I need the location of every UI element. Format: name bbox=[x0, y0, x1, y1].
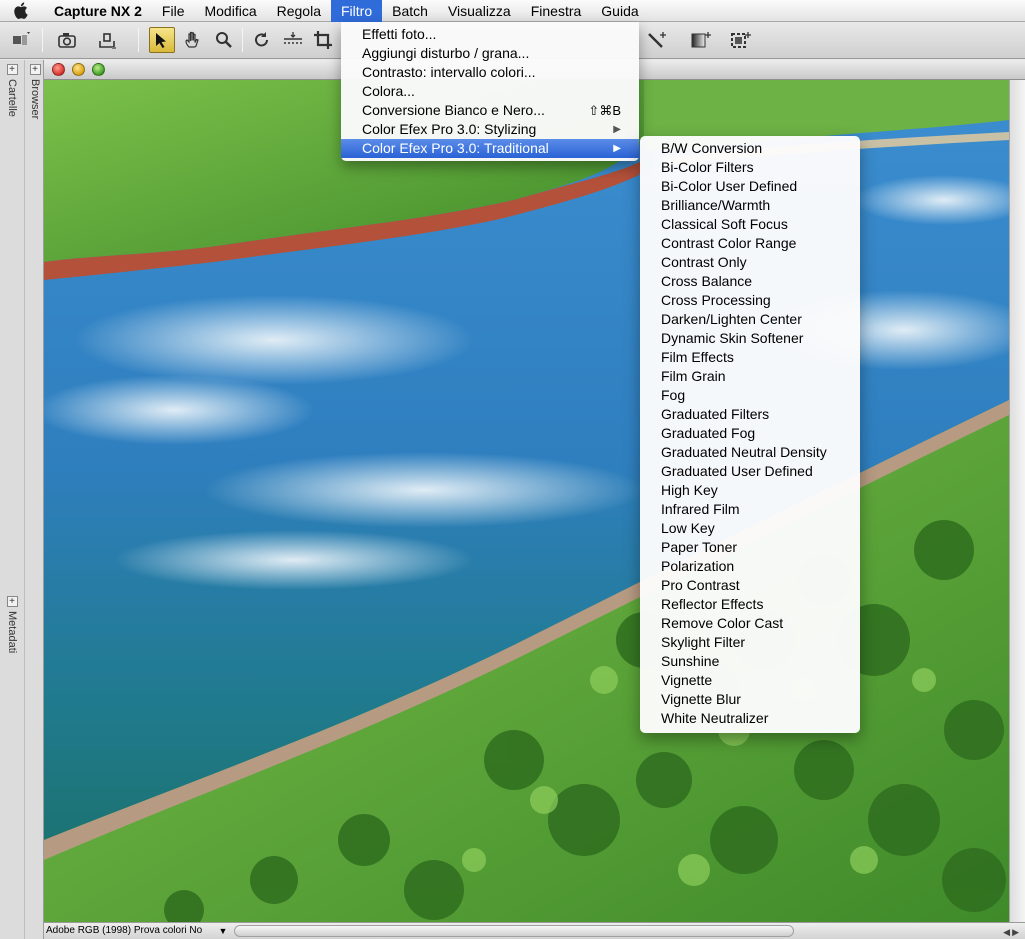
menu-item-label: Contrasto: intervallo colori... bbox=[362, 64, 536, 80]
zoom-window-button[interactable] bbox=[92, 63, 105, 76]
traditional-submenu: B/W Conversion Bi-Color Filters Bi-Color U… bbox=[640, 136, 860, 733]
rotate-icon[interactable] bbox=[249, 27, 275, 53]
close-window-button[interactable] bbox=[52, 63, 65, 76]
submenu-item[interactable]: Cross Processing bbox=[640, 291, 860, 310]
submenu-item[interactable]: Graduated Filters bbox=[640, 405, 860, 424]
sidebar-tab-label: Metadati bbox=[6, 611, 18, 654]
menu-item-label: Conversione Bianco e Nero... bbox=[362, 102, 545, 118]
submenu-item[interactable]: Infrared Film bbox=[640, 500, 860, 519]
minimize-window-button[interactable] bbox=[72, 63, 85, 76]
submenu-item[interactable]: Bi-Color User Defined bbox=[640, 177, 860, 196]
submenu-item[interactable]: High Key bbox=[640, 481, 860, 500]
expand-plus-icon[interactable]: + bbox=[6, 64, 18, 75]
color-profile-status: Adobe RGB (1998) Prova colori No bbox=[46, 925, 203, 936]
expand-plus-icon[interactable]: + bbox=[6, 596, 18, 607]
vertical-scrollbar[interactable] bbox=[1009, 80, 1025, 922]
expand-plus-icon[interactable]: + bbox=[29, 64, 41, 75]
submenu-item[interactable]: Dynamic Skin Softener bbox=[640, 329, 860, 348]
menu-filtro[interactable]: Filtro bbox=[331, 0, 383, 22]
menu-regola[interactable]: Regola bbox=[267, 0, 331, 22]
submenu-item[interactable]: Classical Soft Focus bbox=[640, 215, 860, 234]
filtro-dropdown-menu: Effetti foto... Aggiungi disturbo / gran… bbox=[341, 22, 639, 161]
sidebar-column-left: + Cartelle + Metadati bbox=[2, 60, 22, 939]
photo-canvas[interactable] bbox=[44, 80, 1009, 922]
submenu-item[interactable]: Vignette bbox=[640, 671, 860, 690]
submenu-arrow-icon: ▶ bbox=[613, 143, 621, 154]
submenu-item[interactable]: Bi-Color Filters bbox=[640, 158, 860, 177]
submenu-item[interactable]: Brilliance/Warmth bbox=[640, 196, 860, 215]
menu-guida[interactable]: Guida bbox=[591, 0, 648, 22]
submenu-item[interactable]: Skylight Filter bbox=[640, 633, 860, 652]
menu-batch[interactable]: Batch bbox=[382, 0, 438, 22]
menu-item-effetti-foto[interactable]: Effetti foto... bbox=[341, 25, 639, 44]
app-name-menu[interactable]: Capture NX 2 bbox=[40, 0, 152, 22]
status-bar: Adobe RGB (1998) Prova colori No ▼ ◀▶ bbox=[44, 922, 1025, 939]
crop-tool-icon[interactable] bbox=[310, 27, 336, 53]
menu-item-aggiungi-disturbo[interactable]: Aggiungi disturbo / grana... bbox=[341, 44, 639, 63]
submenu-item[interactable]: Fog bbox=[640, 386, 860, 405]
document-window: Adobe RGB (1998) Prova colori No ▼ ◀▶ bbox=[44, 60, 1025, 939]
hand-tool-icon[interactable] bbox=[180, 27, 206, 53]
submenu-item[interactable]: Film Effects bbox=[640, 348, 860, 367]
line-tool-icon[interactable] bbox=[644, 27, 670, 53]
sidebar-column-right: + Browser bbox=[24, 60, 44, 939]
submenu-item[interactable]: Cross Balance bbox=[640, 272, 860, 291]
submenu-item[interactable]: Graduated Neutral Density bbox=[640, 443, 860, 462]
submenu-item[interactable]: Reflector Effects bbox=[640, 595, 860, 614]
menu-item-shortcut: ⇧⌘B bbox=[588, 103, 621, 118]
submenu-item[interactable]: Vignette Blur bbox=[640, 690, 860, 709]
submenu-item[interactable]: Contrast Color Range bbox=[640, 234, 860, 253]
submenu-item[interactable]: Low Key bbox=[640, 519, 860, 538]
submenu-arrow-icon: ▶ bbox=[613, 124, 621, 135]
horizontal-scrollbar[interactable] bbox=[234, 925, 794, 937]
submenu-item[interactable]: Polarization bbox=[640, 557, 860, 576]
output-tray-icon[interactable] bbox=[94, 27, 120, 53]
menu-item-label: Color Efex Pro 3.0: Traditional bbox=[362, 140, 549, 156]
sidebar-tab-label: Cartelle bbox=[6, 79, 18, 117]
menu-item-cep-traditional[interactable]: Color Efex Pro 3.0: Traditional ▶ bbox=[341, 139, 639, 158]
menu-item-label: Colora... bbox=[362, 83, 415, 99]
submenu-item[interactable]: Pro Contrast bbox=[640, 576, 860, 595]
zoom-tool-icon[interactable] bbox=[211, 27, 237, 53]
menu-item-contrasto[interactable]: Contrasto: intervallo colori... bbox=[341, 63, 639, 82]
direct-selection-arrow-icon[interactable] bbox=[149, 27, 175, 53]
menu-item-cep-stylizing[interactable]: Color Efex Pro 3.0: Stylizing ▶ bbox=[341, 120, 639, 139]
sidebar-tab-metadati[interactable]: + Metadati bbox=[4, 596, 20, 653]
sidebar-tab-browser[interactable]: + Browser bbox=[27, 64, 43, 119]
submenu-item[interactable]: Graduated User Defined bbox=[640, 462, 860, 481]
submenu-item[interactable]: B/W Conversion bbox=[640, 139, 860, 158]
submenu-item[interactable]: Film Grain bbox=[640, 367, 860, 386]
submenu-item[interactable]: Graduated Fog bbox=[640, 424, 860, 443]
straighten-icon[interactable] bbox=[280, 27, 306, 53]
menu-item-label: Aggiungi disturbo / grana... bbox=[362, 45, 530, 61]
sidebar-tab-label: Browser bbox=[29, 79, 41, 120]
menu-bar: Capture NX 2 File Modifica Regola Filtro… bbox=[0, 0, 1025, 22]
aerial-lake-photo bbox=[44, 80, 1009, 922]
submenu-item[interactable]: Remove Color Cast bbox=[640, 614, 860, 633]
scroll-arrows-icon[interactable]: ◀▶ bbox=[1003, 924, 1021, 939]
menu-item-label: Effetti foto... bbox=[362, 26, 437, 42]
camera-capture-icon[interactable] bbox=[54, 27, 80, 53]
apple-menu-icon[interactable] bbox=[0, 0, 40, 22]
menu-item-colora[interactable]: Colora... bbox=[341, 82, 639, 101]
submenu-item[interactable]: Darken/Lighten Center bbox=[640, 310, 860, 329]
menu-modifica[interactable]: Modifica bbox=[194, 0, 266, 22]
submenu-item[interactable]: Paper Toner bbox=[640, 538, 860, 557]
submenu-item[interactable]: Contrast Only bbox=[640, 253, 860, 272]
submenu-item[interactable]: Sunshine bbox=[640, 652, 860, 671]
left-sidebar: + Cartelle + Metadati + Browser bbox=[0, 60, 44, 939]
menu-item-conversione-bianco-nero[interactable]: Conversione Bianco e Nero... ⇧⌘B bbox=[341, 101, 639, 120]
fill-remove-tool-icon[interactable] bbox=[728, 27, 754, 53]
submenu-item[interactable]: White Neutralizer bbox=[640, 709, 860, 728]
menu-visualizza[interactable]: Visualizza bbox=[438, 0, 521, 22]
dropdown-arrow-icon[interactable]: ▼ bbox=[216, 924, 230, 938]
sidebar-tab-cartelle[interactable]: + Cartelle bbox=[4, 64, 20, 117]
gradient-tool-icon[interactable] bbox=[688, 27, 714, 53]
menu-finestra[interactable]: Finestra bbox=[521, 0, 592, 22]
menu-file[interactable]: File bbox=[152, 0, 195, 22]
menu-item-label: Color Efex Pro 3.0: Stylizing bbox=[362, 121, 537, 137]
workspace-layout-icon[interactable] bbox=[8, 27, 34, 53]
